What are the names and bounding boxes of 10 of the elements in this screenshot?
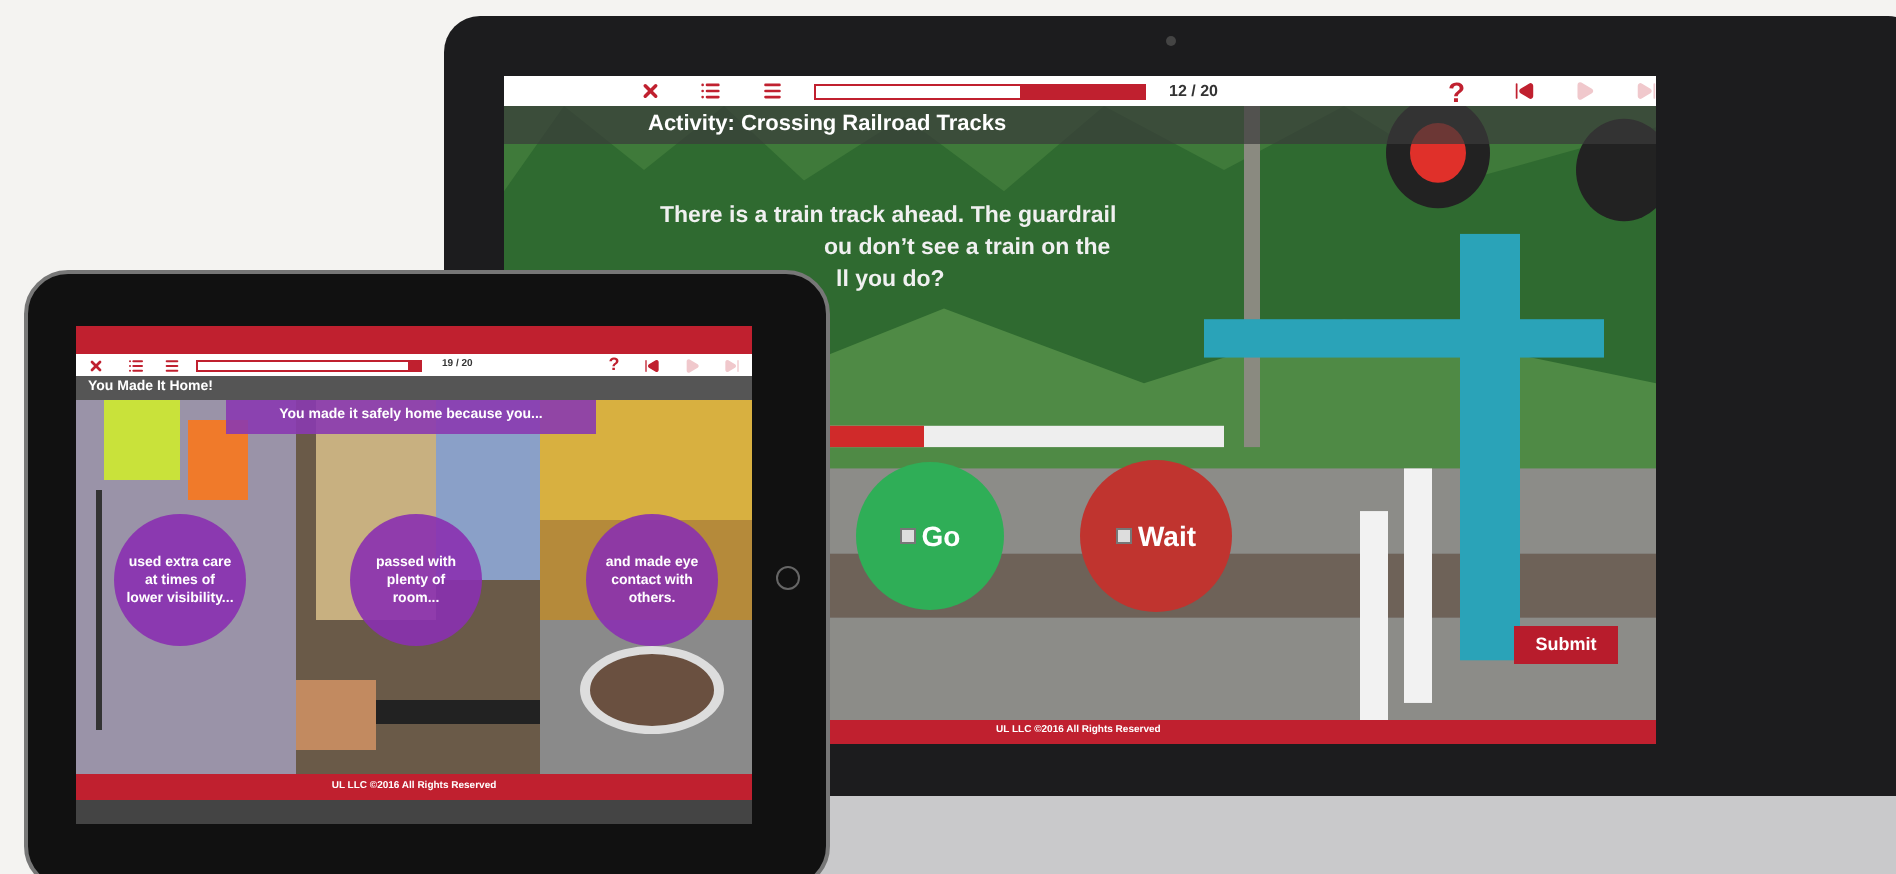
list-icon[interactable]: [128, 357, 144, 373]
rewind-icon[interactable]: [1513, 80, 1535, 102]
help-button[interactable]: ?: [1447, 77, 1466, 105]
page-counter: 12 / 20: [1169, 79, 1218, 103]
menu-icon[interactable]: [761, 80, 783, 102]
menu-icon[interactable]: [164, 357, 180, 373]
close-icon[interactable]: [88, 357, 104, 373]
camera-icon: [1166, 36, 1176, 46]
list-icon[interactable]: [700, 80, 722, 102]
close-icon[interactable]: [640, 80, 661, 102]
